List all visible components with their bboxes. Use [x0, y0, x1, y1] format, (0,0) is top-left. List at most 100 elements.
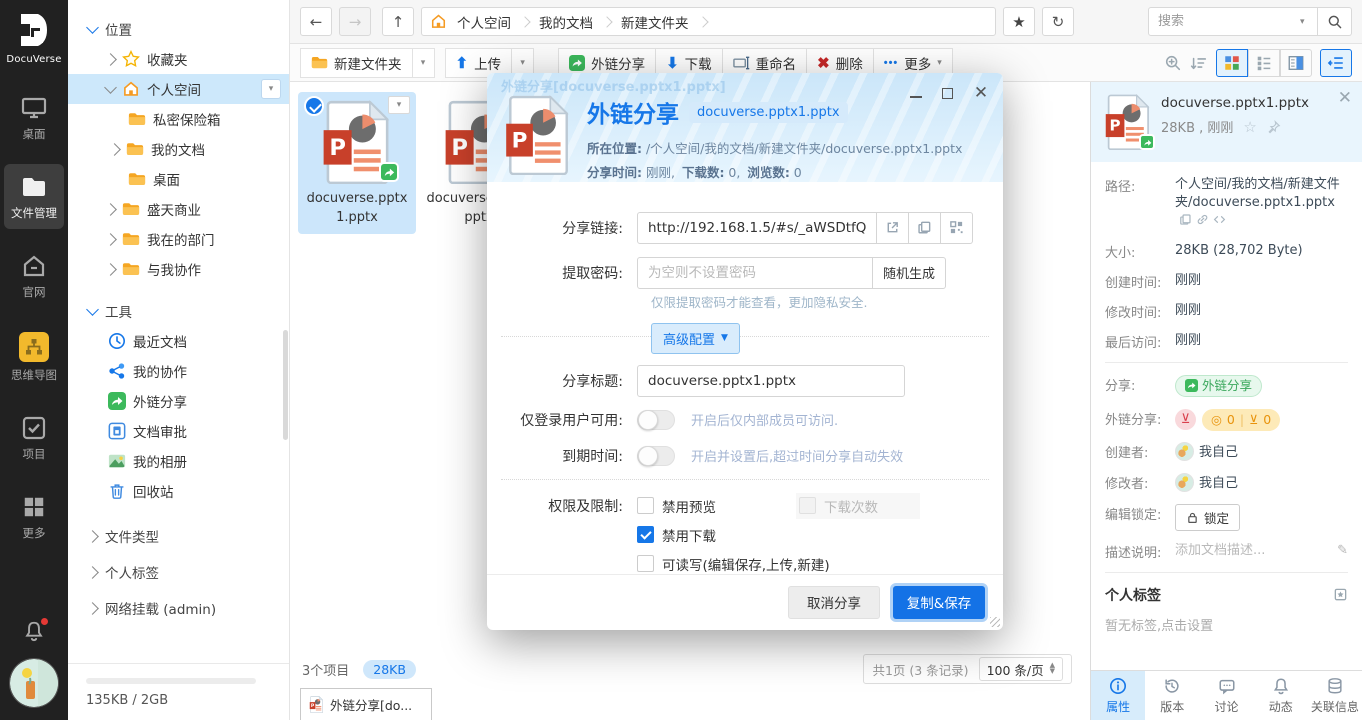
- user-avatar[interactable]: [9, 658, 59, 708]
- zoom-icon[interactable]: [1164, 54, 1182, 72]
- search-input[interactable]: [1148, 7, 1318, 36]
- description-placeholder[interactable]: 添加文档描述...: [1175, 543, 1265, 558]
- forward-button[interactable]: →: [339, 7, 371, 36]
- rail-item-mindmap[interactable]: 思维导图: [4, 322, 64, 391]
- tab-discussion[interactable]: 讨论: [1199, 671, 1253, 720]
- app-logo[interactable]: DocuVerse: [6, 0, 61, 71]
- open-link-button[interactable]: [877, 212, 909, 244]
- tree-item-my-collab[interactable]: 我的协作: [68, 356, 289, 386]
- login-only-label: 仅登录用户可用:: [487, 410, 637, 430]
- code-icon[interactable]: [1213, 213, 1226, 226]
- tree-item-private-safe[interactable]: 私密保险箱: [68, 104, 289, 134]
- edit-pencil-icon[interactable]: ✎: [1337, 542, 1348, 560]
- minimized-dialog-chip[interactable]: 外链分享[do...: [300, 688, 432, 720]
- close-icon[interactable]: ✕: [973, 85, 989, 101]
- bookmark-icon[interactable]: [1333, 587, 1348, 602]
- lock-button[interactable]: 锁定: [1175, 504, 1240, 531]
- advanced-config-button[interactable]: 高级配置 ▼: [651, 323, 740, 354]
- share-status-badge[interactable]: 外链分享: [1175, 375, 1262, 398]
- tree-section-location[interactable]: 位置: [68, 14, 289, 44]
- cancel-share-button[interactable]: 取消分享: [788, 586, 880, 619]
- view-list-button[interactable]: [1248, 49, 1280, 77]
- tree-item-desktop-folder[interactable]: 桌面: [68, 164, 289, 194]
- tree-item-doc-approval[interactable]: 文档审批: [68, 416, 289, 446]
- breadcrumb-personal-space[interactable]: 个人空间: [451, 12, 517, 32]
- tree-item-label: 桌面: [153, 169, 180, 189]
- tree-item-recent-docs[interactable]: 最近文档: [68, 326, 289, 356]
- rail-item-desktop[interactable]: 桌面: [4, 85, 64, 150]
- password-input[interactable]: [637, 257, 873, 289]
- tree-scrollbar[interactable]: [283, 330, 288, 440]
- tree-item-ext-share[interactable]: 外链分享: [68, 386, 289, 416]
- tree-section-network-mount[interactable]: 网络挂载 (admin): [68, 590, 289, 626]
- tree-section-personal-tags[interactable]: 个人标签: [68, 554, 289, 590]
- storage-quota: 135KB / 2GB: [68, 663, 289, 720]
- rail-item-file-management[interactable]: 文件管理: [4, 164, 64, 229]
- tags-empty-text[interactable]: 暂无标签,点击设置: [1105, 615, 1348, 634]
- tree-item-my-docs[interactable]: 我的文档: [68, 134, 289, 164]
- login-only-toggle[interactable]: [637, 410, 675, 430]
- checkbox-icon: [637, 555, 654, 572]
- tree-item-collab-with-me[interactable]: 与我协作: [68, 254, 289, 284]
- selected-check-icon[interactable]: [304, 96, 324, 116]
- star-icon[interactable]: ☆: [1243, 118, 1256, 136]
- minimize-icon[interactable]: [910, 89, 922, 98]
- copy-icon[interactable]: [1179, 213, 1192, 226]
- qr-code-button[interactable]: [941, 212, 973, 244]
- chevron-right-icon: [104, 53, 117, 66]
- rail-item-website[interactable]: 官网: [4, 243, 64, 308]
- new-folder-button[interactable]: 新建文件夹: [300, 48, 413, 78]
- checkbox-disable-preview[interactable]: 禁用预览: [637, 496, 799, 516]
- maximize-icon[interactable]: [942, 88, 953, 99]
- tab-properties[interactable]: 属性: [1091, 671, 1145, 720]
- refresh-button[interactable]: ↻: [1042, 7, 1074, 36]
- clock-icon: [108, 332, 126, 350]
- checkbox-disable-download[interactable]: 禁用下载: [637, 525, 920, 545]
- random-generate-button[interactable]: 随机生成: [873, 257, 946, 289]
- page-size-select[interactable]: 100 条/页 ▲▼: [979, 657, 1063, 681]
- copy-link-button[interactable]: [909, 212, 941, 244]
- view-grid-button[interactable]: [1216, 49, 1248, 77]
- checkbox-read-write[interactable]: 可读写(编辑保存,上传,新建): [637, 554, 920, 574]
- notifications-button[interactable]: [23, 620, 45, 642]
- tab-related-info[interactable]: 关联信息: [1308, 671, 1362, 720]
- view-column-button[interactable]: [1280, 49, 1312, 77]
- rail-item-more[interactable]: 更多: [4, 484, 64, 549]
- favorite-button[interactable]: ★: [1003, 7, 1035, 36]
- file-menu-caret[interactable]: ▾: [388, 96, 410, 114]
- link-icon[interactable]: [1196, 213, 1209, 226]
- tab-versions[interactable]: 版本: [1145, 671, 1199, 720]
- sort-icon[interactable]: [1190, 54, 1208, 72]
- detail-panel-toggle[interactable]: [1320, 49, 1352, 77]
- location-value: /个人空间/我的文档/新建文件夹/docuverse.pptx1.pptx: [642, 141, 962, 156]
- copy-save-button[interactable]: 复制&保存: [893, 586, 985, 619]
- tree-section-file-types[interactable]: 文件类型: [68, 518, 289, 554]
- rail-item-projects[interactable]: 项目: [4, 405, 64, 470]
- folder-icon: [128, 110, 146, 128]
- resize-grip[interactable]: [990, 617, 1000, 627]
- breadcrumb-my-docs[interactable]: 我的文档: [533, 12, 599, 32]
- tree-item-personal-space[interactable]: 个人空间 ▾: [68, 74, 289, 104]
- search-dropdown-caret[interactable]: ▾: [1300, 17, 1318, 27]
- tree-item-favorites[interactable]: 收藏夹: [68, 44, 289, 74]
- checkbox-download-limit[interactable]: 下载次数: [796, 493, 920, 519]
- tree-section-tools[interactable]: 工具: [68, 296, 289, 326]
- close-icon[interactable]: ✕: [1338, 90, 1352, 107]
- tab-activity[interactable]: 动态: [1254, 671, 1308, 720]
- tree-item-recycle-bin[interactable]: 回收站: [68, 476, 289, 506]
- tree-item-company[interactable]: 盛天商业: [68, 194, 289, 224]
- new-folder-dropdown[interactable]: ▾: [413, 48, 435, 78]
- breadcrumb-new-folder[interactable]: 新建文件夹: [615, 12, 695, 32]
- share-link-input[interactable]: [637, 212, 877, 244]
- creator-label: 创建者:: [1105, 442, 1175, 461]
- tree-item-my-department[interactable]: 我在的部门: [68, 224, 289, 254]
- up-button[interactable]: ↑: [382, 7, 414, 36]
- tree-item-my-album[interactable]: 我的相册: [68, 446, 289, 476]
- search-button[interactable]: [1318, 7, 1352, 36]
- pin-icon[interactable]: [1267, 120, 1281, 134]
- back-button[interactable]: ←: [300, 7, 332, 36]
- share-title-input[interactable]: [637, 365, 905, 397]
- tree-item-menu-button[interactable]: ▾: [261, 79, 281, 99]
- expire-toggle[interactable]: [637, 446, 675, 466]
- file-tile-docuverse-pptx1[interactable]: ▾ docuverse.pptx1.pptx: [298, 92, 416, 234]
